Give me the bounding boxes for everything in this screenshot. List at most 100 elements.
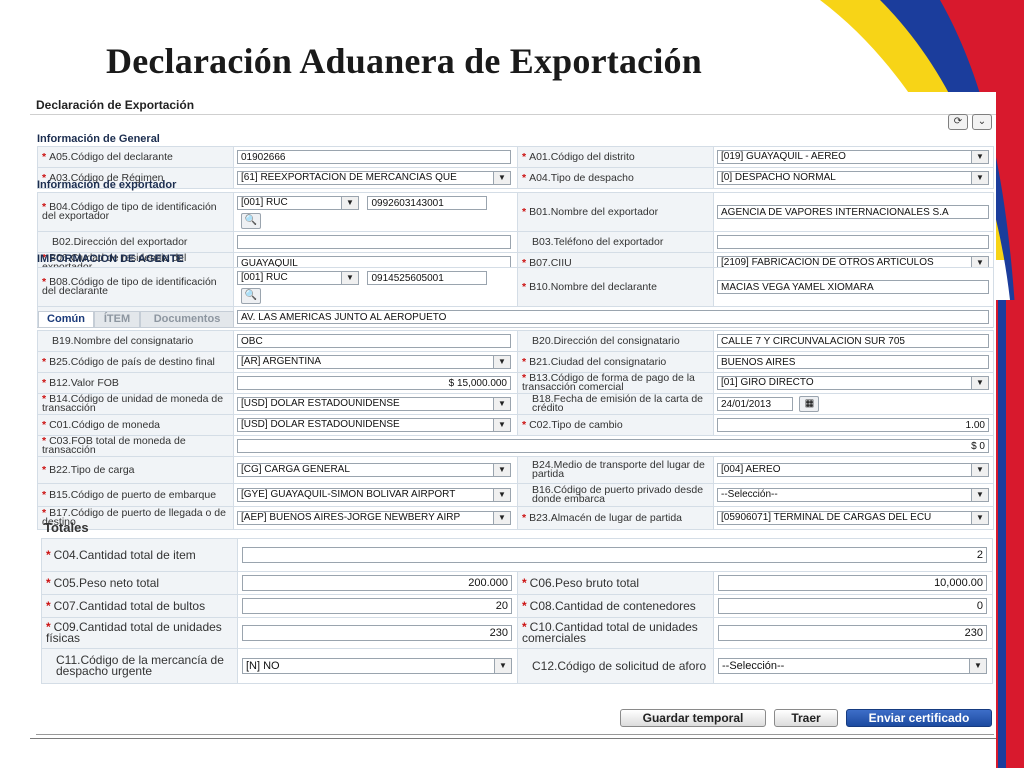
- fob-value-input[interactable]: $ 15,000.000: [237, 375, 511, 390]
- chevron-down-icon: ▼: [494, 658, 511, 673]
- destination-port-select[interactable]: [AEP] BUENOS AIRES-JORGE NEWBERY AIRP ▼: [237, 510, 511, 525]
- consignee-city-input[interactable]: BUENOS AIRES: [717, 354, 989, 369]
- net-weight-input[interactable]: 200.000: [242, 574, 512, 591]
- private-port-select[interactable]: --Selección-- ▼: [717, 487, 989, 502]
- district-select[interactable]: [019] GUAYAQUIL - AEREO ▼: [717, 149, 989, 164]
- consignee-name-input[interactable]: OBC: [237, 333, 511, 348]
- a01-label: * A01.Código del distrito: [517, 146, 714, 168]
- transport-mode-select[interactable]: [004] AEREO ▼: [717, 462, 989, 477]
- chevron-down-icon: ▼: [341, 271, 358, 284]
- save-draft-button[interactable]: Guardar temporal: [620, 709, 766, 727]
- b04-label: * B04.Código de tipo de identificación de…: [37, 192, 234, 232]
- b22-label: * B22.Tipo de carga: [37, 456, 234, 484]
- c09-label: * C09.Cantidad total de unidades físicas: [41, 617, 238, 649]
- destination-country-select[interactable]: [AR] ARGENTINA ▼: [237, 354, 511, 369]
- c03-label: * C03.FOB total de moneda de transacción: [37, 435, 234, 457]
- send-certificate-button[interactable]: Enviar certificado: [846, 709, 992, 727]
- consignee-address-input[interactable]: CALLE 7 Y CIRCUNVALACION SUR 705: [717, 333, 989, 348]
- regime-select[interactable]: [61] REEXPORTACION DE MERCANCIAS QUE ▼: [237, 170, 511, 185]
- fob-total-input[interactable]: $ 0: [237, 438, 989, 453]
- chevron-down-icon: ▼: [971, 463, 988, 476]
- exporter-id-input[interactable]: 0992603143001: [367, 195, 488, 210]
- c07-label: * C07.Cantidad total de bultos: [41, 594, 238, 618]
- credit-letter-date-input[interactable]: 24/01/2013: [717, 396, 793, 411]
- currency-select[interactable]: [USD] DOLAR ESTADOUNIDENSE ▼: [237, 417, 511, 432]
- chevron-down-icon: ▼: [493, 463, 510, 476]
- general-grid: * A05.Código del declarante 01902666 * A01…: [37, 146, 994, 189]
- exchange-rate-input[interactable]: 1.00: [717, 417, 989, 432]
- search-icon[interactable]: 🔍: [241, 287, 261, 304]
- tab-comun[interactable]: Común: [38, 311, 94, 327]
- total-packages-input[interactable]: 20: [242, 597, 512, 614]
- c02-label: * C02.Tipo de cambio: [517, 414, 714, 436]
- containers-input[interactable]: 0: [718, 597, 987, 614]
- totals-grid: * C04.Cantidad total de item 2 * C05.Peso …: [41, 538, 994, 684]
- c01-label: * C01.Código de moneda: [37, 414, 234, 436]
- footer-divider: [36, 734, 994, 735]
- chevron-down-icon: ▼: [493, 511, 510, 524]
- inspection-request-select[interactable]: --Selección-- ▼: [718, 657, 987, 674]
- c11-label: C11.Código de la mercancía de despacho u…: [41, 648, 238, 684]
- gross-weight-input[interactable]: 10,000.00: [718, 574, 987, 591]
- refresh-icon[interactable]: ⟳: [948, 114, 968, 130]
- tab-item[interactable]: ÍTEM: [94, 311, 140, 327]
- title-divider: [30, 114, 996, 115]
- c04-label: * C04.Cantidad total de item: [41, 538, 238, 572]
- section-general: Información de General: [37, 133, 160, 145]
- payment-method-select[interactable]: [01] GIRO DIRECTO ▼: [717, 375, 989, 390]
- calendar-icon[interactable]: ▦: [799, 395, 820, 412]
- total-items-input[interactable]: 2: [242, 546, 987, 563]
- urgent-dispatch-select[interactable]: [N] NO ▼: [242, 657, 512, 674]
- c05-label: * C05.Peso neto total: [41, 571, 238, 595]
- declarant-code-input[interactable]: 01902666: [237, 149, 511, 164]
- chevron-down-icon: ▼: [971, 150, 988, 163]
- b03-label: B03.Teléfono del exportador: [517, 231, 714, 253]
- commercial-units-input[interactable]: 230: [718, 624, 987, 641]
- a04-label: * A04.Tipo de despacho: [517, 167, 714, 189]
- c06-label: * C06.Peso bruto total: [517, 571, 714, 595]
- declarant-id-input[interactable]: 0914525605001: [367, 270, 488, 285]
- b20-label: B20.Dirección del consignatario: [517, 330, 714, 352]
- warehouse-select[interactable]: [05906071] TERMINAL DE CARGAS DEL ECU ▼: [717, 510, 989, 525]
- b15-label: * B15.Código de puerto de embarque: [37, 483, 234, 507]
- chevron-down-icon: ▼: [493, 418, 510, 431]
- embark-port-select[interactable]: [GYE] GUAYAQUIL-SIMON BOLIVAR AIRPORT ▼: [237, 487, 511, 502]
- physical-units-input[interactable]: 230: [242, 624, 512, 641]
- chevron-down-icon: ▼: [493, 488, 510, 501]
- declarant-id-type-select[interactable]: [001] RUC ▼: [237, 270, 359, 285]
- chevron-down-icon: ▼: [493, 171, 510, 184]
- totals-title: Totales: [44, 520, 89, 535]
- search-icon[interactable]: 🔍: [241, 212, 261, 229]
- window-title: Declaración de Exportación: [36, 98, 195, 112]
- declarant-name-input[interactable]: MACIAS VEGA YAMEL XIOMARA: [717, 279, 989, 294]
- declarant-address-input[interactable]: AV. LAS AMERICAS JUNTO AL AEROPUETO: [237, 309, 989, 324]
- export-declaration-window: Declaración de Exportación ⟳ ⌄ Informaci…: [30, 92, 996, 739]
- b10-label: * B10.Nombre del declarante: [517, 267, 714, 307]
- tab-documentos[interactable]: Documentos: [140, 311, 234, 327]
- b08-label: * B08.Código de tipo de identificación de…: [37, 267, 234, 307]
- b25-label: * B25.Código de país de destino final: [37, 351, 234, 373]
- b19-label: B19.Nombre del consignatario: [37, 330, 234, 352]
- chevron-down-icon: ▼: [971, 511, 988, 524]
- b18-label: B18.Fecha de emisión de la carta de créd…: [517, 393, 714, 415]
- b16-label: B16.Código de puerto privado desde donde…: [517, 483, 714, 507]
- collapse-icon[interactable]: ⌄: [972, 114, 992, 130]
- section-agent: IMFORMACION DE AGENTE: [37, 253, 184, 265]
- exporter-id-type-select[interactable]: [001] RUC ▼: [237, 195, 359, 210]
- tab-divider: [37, 327, 993, 328]
- cargo-type-select[interactable]: [CG] CARGA GENERAL ▼: [237, 462, 511, 477]
- exporter-phone-input[interactable]: [717, 234, 989, 249]
- exporter-name-input[interactable]: AGENCIA DE VAPORES INTERNACIONALES S.A: [717, 204, 989, 219]
- chevron-down-icon: ▼: [971, 171, 988, 184]
- b23-label: * B23.Almacén de lugar de partida: [517, 506, 714, 530]
- chevron-down-icon: ▼: [969, 658, 986, 673]
- c10-label: * C10.Cantidad total de unidades comercia…: [517, 617, 714, 649]
- dispatch-type-select[interactable]: [0] DESPACHO NORMAL ▼: [717, 170, 989, 185]
- fetch-button[interactable]: Traer: [774, 709, 838, 727]
- a05-label: * A05.Código del declarante: [37, 146, 234, 168]
- transaction-currency-select[interactable]: [USD] DOLAR ESTADOUNIDENSE ▼: [237, 396, 511, 411]
- b21-label: * B21.Ciudad del consignatario: [517, 351, 714, 373]
- exporter-address-input[interactable]: [237, 234, 511, 249]
- section-exporter: Información de exportador: [37, 179, 177, 191]
- b24-label: B24.Medio de transporte del lugar de par…: [517, 456, 714, 484]
